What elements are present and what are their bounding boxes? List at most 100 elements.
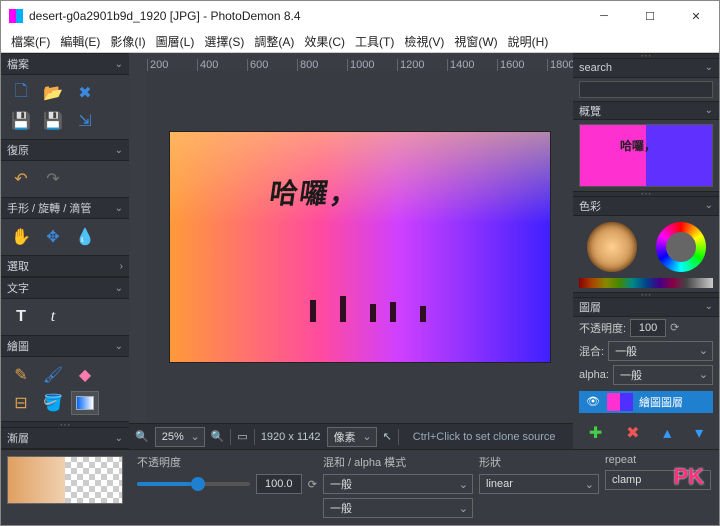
canvas[interactable]: 哈囉，	[147, 71, 573, 423]
layers-panel-header[interactable]: 圖層⌄	[573, 297, 719, 316]
eraser-tool[interactable]: ◆	[71, 363, 99, 387]
save-as-button[interactable]: 💾	[39, 109, 67, 133]
dimensions-label: 1920 x 1142	[261, 431, 321, 443]
menu-image[interactable]: 影像(I)	[106, 31, 149, 52]
color-wheel-hue[interactable]	[656, 222, 706, 272]
status-bar: 🔍 25% 🔍 ▭ 1920 x 1142 像素 ↖ Ctrl+Click to…	[129, 423, 573, 449]
chevron-down-icon: ⌄	[115, 145, 123, 156]
brush-tool[interactable]: 🖌	[39, 363, 67, 387]
color-wheel-primary[interactable]	[587, 222, 637, 272]
nav-panel-header[interactable]: 手形 / 旋轉 / 滴管⌄	[1, 197, 129, 219]
app-window: desert-g0a2901b9d_1920 [JPG] - PhotoDemo…	[0, 0, 720, 526]
fill-tool[interactable]: 🪣	[39, 391, 67, 415]
window-title: desert-g0a2901b9d_1920 [JPG] - PhotoDemo…	[29, 9, 581, 23]
menu-help[interactable]: 說明(H)	[504, 31, 553, 52]
text-fancy-tool[interactable]: t	[39, 305, 67, 329]
opacity-slider[interactable]: ⟳	[137, 474, 317, 494]
menu-effects[interactable]: 效果(C)	[300, 31, 349, 52]
chevron-down-icon: ⌄	[705, 200, 713, 211]
chevron-down-icon: ⌄	[115, 59, 123, 70]
blend-combo[interactable]: 一般	[608, 341, 713, 361]
move-tool[interactable]: ✥	[39, 225, 67, 249]
color-panel-header[interactable]: 色彩⌄	[573, 196, 719, 215]
save-button[interactable]: 💾	[7, 109, 35, 133]
new-file-button[interactable]: 🗋	[7, 81, 35, 105]
file-panel-header[interactable]: 檔案⌄	[1, 53, 129, 75]
layer-name: 繪圖圖層	[639, 394, 683, 410]
layer-visibility-icon[interactable]: 👁	[585, 395, 601, 408]
status-hint: Ctrl+Click to set clone source	[405, 429, 564, 445]
gradient-panel-header[interactable]: 漸層⌄	[1, 427, 129, 449]
blendmode-label: 混和 / alpha 模式	[323, 454, 473, 470]
chevron-down-icon: ⌄	[705, 62, 713, 73]
close-button[interactable]: ✕	[673, 1, 719, 31]
hand-tool[interactable]: ✋	[7, 225, 35, 249]
close-file-button[interactable]: ✖	[71, 81, 99, 105]
cursor-icon: ↖	[383, 430, 392, 443]
redo-button[interactable]: ↷	[39, 167, 67, 191]
undo-panel-header[interactable]: 復原⌄	[1, 139, 129, 161]
zoom-combo[interactable]: 25%	[155, 427, 205, 447]
gradient-tool[interactable]	[71, 391, 99, 415]
pencil-tool[interactable]: ✎	[7, 363, 35, 387]
menu-view[interactable]: 檢視(V)	[400, 31, 448, 52]
menu-select[interactable]: 選擇(S)	[200, 31, 248, 52]
fit-button[interactable]: ▭	[237, 430, 247, 443]
menu-adjust[interactable]: 調整(A)	[250, 31, 298, 52]
undo-button[interactable]: ↶	[7, 167, 35, 191]
app-body: 檔案⌄ 🗋 📂 ✖ 💾 💾 ⇲ 復原⌄ ↶ ↷ 手形 / 旋轉 / 滴管⌄ ✋ …	[1, 53, 719, 449]
opacity-reset-icon[interactable]: ⟳	[308, 478, 317, 491]
repeat-combo[interactable]: clamp	[605, 470, 711, 490]
shape-label: 形狀	[479, 454, 599, 470]
menu-tools[interactable]: 工具(T)	[351, 31, 398, 52]
chevron-down-icon: ⌄	[115, 283, 123, 294]
delete-layer-button[interactable]: ✖	[626, 423, 639, 443]
units-combo[interactable]: 像素	[327, 427, 377, 447]
opacity-slider-icon[interactable]: ⟳	[670, 321, 679, 334]
zoom-in-button[interactable]: 🔍	[211, 430, 225, 443]
shape-combo[interactable]: linear	[479, 474, 599, 494]
chevron-down-icon: ⌄	[705, 105, 713, 116]
chevron-down-icon: ⌄	[705, 301, 713, 312]
layer-down-button[interactable]: ▾	[695, 423, 703, 443]
open-file-button[interactable]: 📂	[39, 81, 67, 105]
eyedropper-tool[interactable]: 💧	[71, 225, 99, 249]
maximize-button[interactable]: ☐	[627, 1, 673, 31]
overview-panel-header[interactable]: 概覽⌄	[573, 101, 719, 120]
chevron-down-icon: ⌄	[115, 341, 123, 352]
center-area: 20040060080010001200140016001800 哈囉， 🔍 2	[129, 53, 573, 449]
alpha-label: alpha:	[579, 369, 609, 381]
select-panel-header[interactable]: 選取›	[1, 255, 129, 277]
layer-item[interactable]: 👁 繪圖圖層	[579, 391, 713, 413]
blendmode-combo-2[interactable]: 一般	[323, 498, 473, 518]
repeat-label: repeat	[605, 454, 711, 466]
paint-panel-header[interactable]: 繪圖⌄	[1, 335, 129, 357]
text-tool[interactable]: T	[7, 305, 35, 329]
zoom-out-button[interactable]: 🔍	[135, 430, 149, 443]
tool-options-bar: 不透明度 ⟳ 混和 / alpha 模式 一般 一般 形狀 linear rep…	[1, 449, 719, 525]
chevron-down-icon: ⌄	[115, 203, 123, 214]
search-panel-header[interactable]: search⌄	[573, 58, 719, 77]
menu-file[interactable]: 檔案(F)	[7, 31, 54, 52]
menu-window[interactable]: 視窗(W)	[450, 31, 501, 52]
search-input[interactable]	[579, 81, 713, 99]
alpha-combo[interactable]: 一般	[613, 365, 713, 385]
minimize-button[interactable]: ─	[581, 1, 627, 31]
layer-opacity-label: 不透明度:	[579, 320, 626, 336]
opacity-value-input[interactable]	[256, 474, 302, 494]
blendmode-combo-1[interactable]: 一般	[323, 474, 473, 494]
add-layer-button[interactable]: ✚	[589, 423, 602, 443]
menu-layer[interactable]: 圖層(L)	[152, 31, 199, 52]
text-panel-header[interactable]: 文字⌄	[1, 277, 129, 299]
layer-opacity-input[interactable]	[630, 319, 666, 337]
gradient-preview[interactable]	[1, 450, 129, 525]
file-spacer	[103, 81, 129, 105]
export-button[interactable]: ⇲	[71, 109, 99, 133]
stamp-tool[interactable]: ⊟	[7, 391, 35, 415]
opacity-label: 不透明度	[137, 454, 317, 470]
layer-up-button[interactable]: ▴	[663, 423, 671, 443]
menu-edit[interactable]: 編輯(E)	[56, 31, 104, 52]
document-image[interactable]: 哈囉，	[170, 132, 550, 362]
overview-preview[interactable]: 哈囉，	[579, 124, 713, 187]
color-swatches[interactable]	[579, 278, 713, 288]
